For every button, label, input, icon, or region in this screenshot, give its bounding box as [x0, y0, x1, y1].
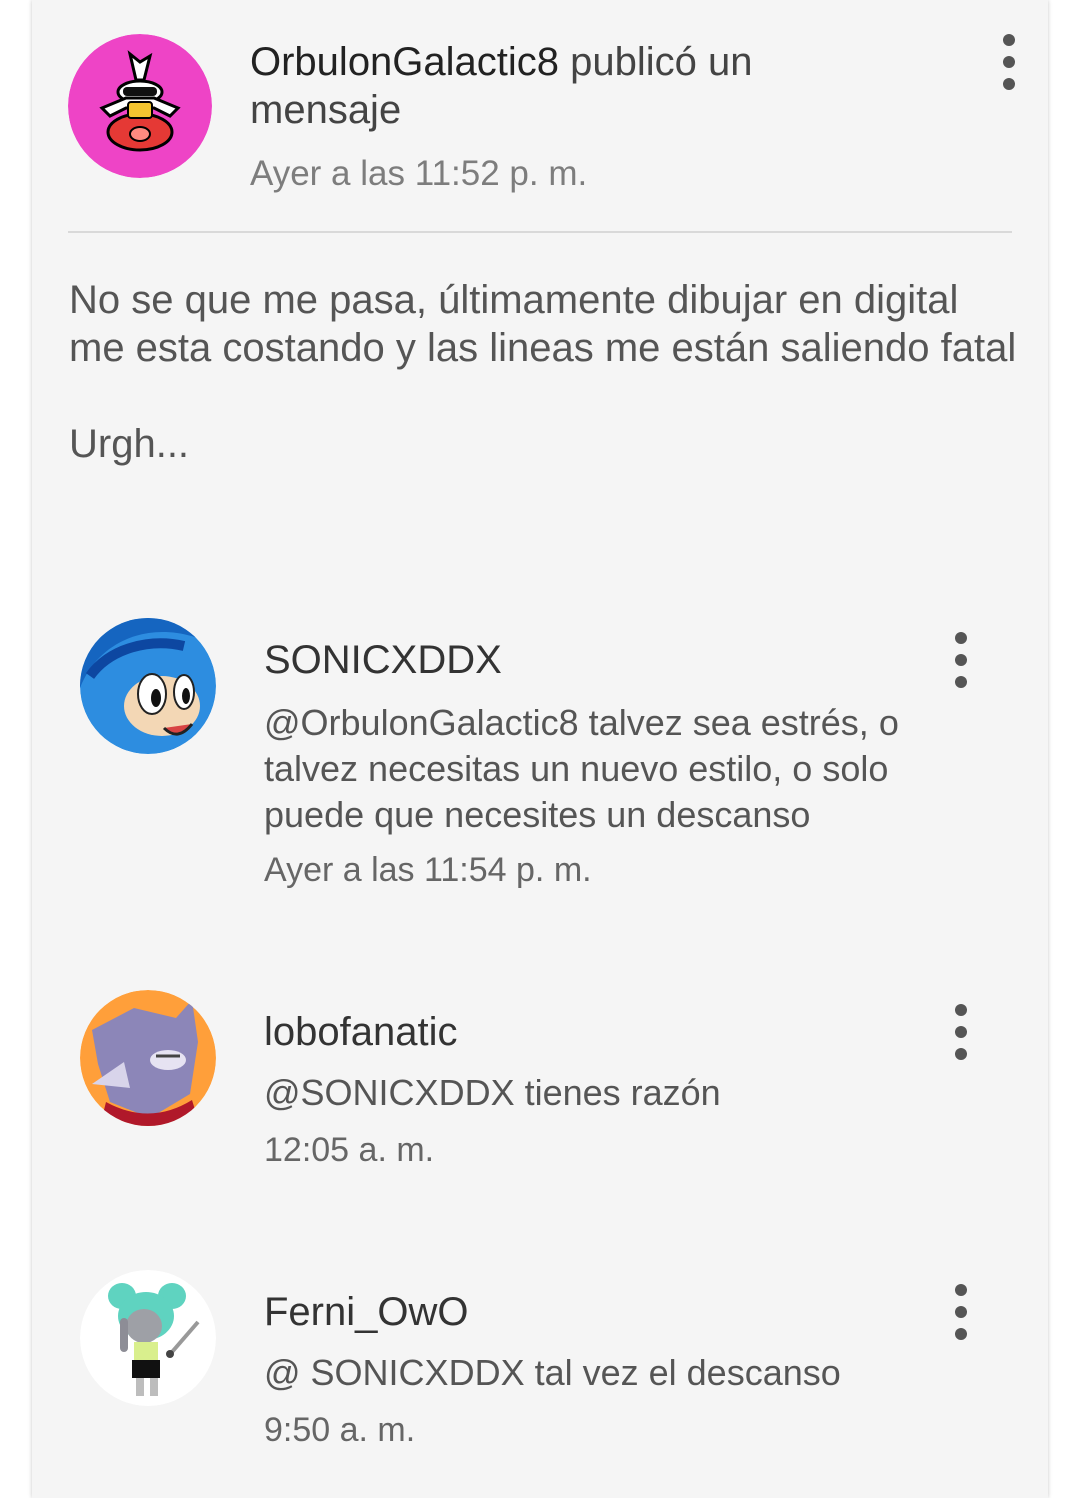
comment-avatar[interactable] — [80, 1270, 216, 1406]
comment-text: @ SONICXDDX tal vez el descanso — [264, 1352, 841, 1393]
comment-more-options-icon[interactable] — [946, 1004, 976, 1060]
post-more-options-icon[interactable] — [994, 34, 1024, 90]
comment-item: lobofanatic @SONICXDDX tienes razón 12:0… — [80, 990, 1004, 1180]
comment-timestamp: 12:05 a. m. — [264, 1131, 435, 1169]
comment-timestamp: 9:50 a. m. — [264, 1411, 416, 1449]
comment-item: SONICXDDX @OrbulonGalactic8 talvez sea e… — [80, 618, 1004, 908]
sonic-avatar-icon — [80, 618, 216, 754]
comment-username[interactable]: lobofanatic — [264, 1008, 457, 1056]
comment-text: @SONICXDDX tienes razón — [264, 1072, 721, 1113]
comment-item: Ferni_OwO @ SONICXDDX tal vez el descans… — [80, 1270, 1004, 1460]
bunny-girl-avatar-icon — [80, 1270, 216, 1406]
comment-username[interactable]: Ferni_OwO — [264, 1288, 469, 1336]
post-body: No se que me pasa, últimamente dibujar e… — [69, 276, 1019, 468]
wolf-avatar-icon — [80, 990, 216, 1126]
post-timestamp: Ayer a las 11:52 p. m. — [250, 154, 588, 193]
comment-more-options-icon[interactable] — [946, 1284, 976, 1340]
post-body-paragraph: No se que me pasa, últimamente dibujar e… — [69, 278, 1017, 370]
post-header: OrbulonGalactic8 publicó un mensaje Ayer… — [68, 34, 1015, 214]
comment-avatar[interactable] — [80, 618, 216, 754]
comment-username[interactable]: SONICXDDX — [264, 636, 502, 684]
orbulon-avatar-icon — [68, 34, 212, 178]
post-body-paragraph: Urgh... — [69, 422, 190, 466]
post-card: OrbulonGalactic8 publicó un mensaje Ayer… — [32, 0, 1048, 1498]
header-divider — [68, 231, 1012, 233]
comment-text: @OrbulonGalactic8 talvez sea estrés, o t… — [264, 702, 899, 835]
comment-more-options-icon[interactable] — [946, 632, 976, 688]
comment-avatar[interactable] — [80, 990, 216, 1126]
post-title: OrbulonGalactic8 publicó un mensaje — [250, 38, 810, 134]
post-author-avatar[interactable] — [68, 34, 212, 178]
post-author-name[interactable]: OrbulonGalactic8 — [250, 40, 559, 84]
comment-timestamp: Ayer a las 11:54 p. m. — [264, 851, 592, 889]
